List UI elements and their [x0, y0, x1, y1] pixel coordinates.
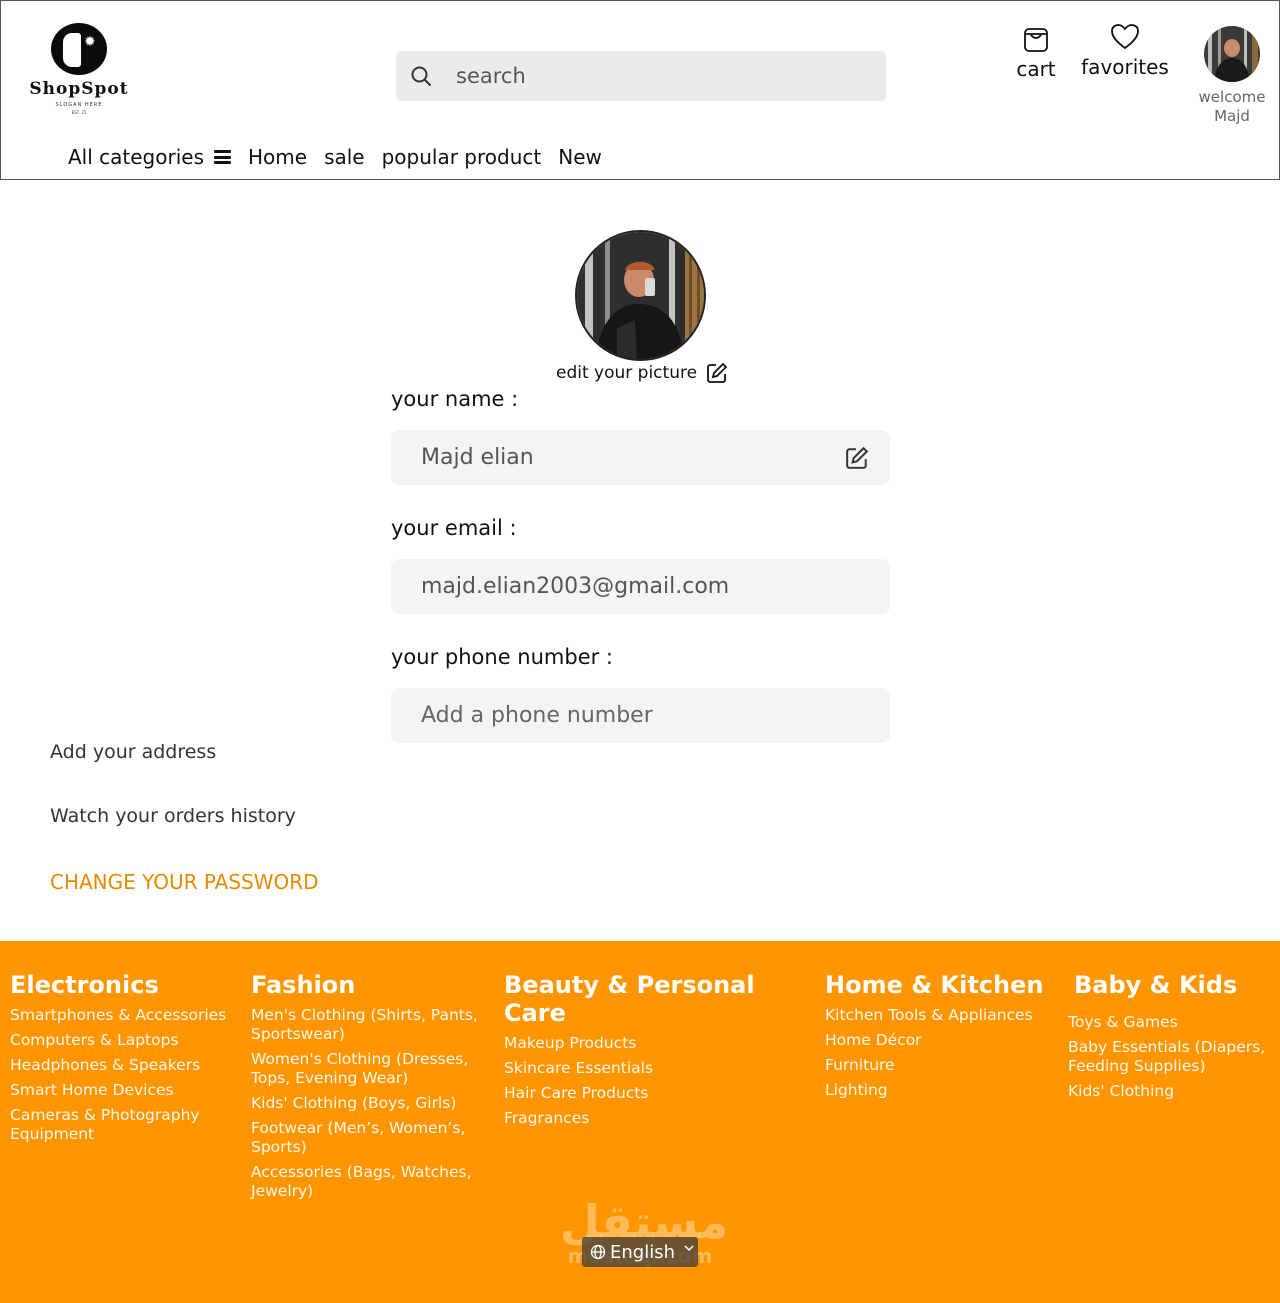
language-label: English — [610, 1241, 675, 1263]
profile-photo — [577, 232, 704, 359]
favorites-label: favorites — [1081, 55, 1169, 79]
email-input[interactable] — [421, 559, 841, 614]
nav-item-sale[interactable]: sale — [324, 145, 365, 169]
footer-column-baby-kids: Baby & Kids Toys & Games Baby Essentials… — [1068, 971, 1273, 1107]
logo-slogan: SLOGAN HERE — [55, 102, 103, 108]
footer-link[interactable]: Women's Clothing (Dresses, Tops, Evening… — [251, 1050, 483, 1088]
footer-link[interactable]: Hair Care Products — [504, 1084, 804, 1103]
email-label: your email : — [391, 516, 517, 540]
logo-mark-icon: ✹ — [51, 23, 107, 75]
cart-button[interactable]: cart — [1009, 23, 1063, 81]
footer-link[interactable]: Baby Essentials (Diapers, Feeding Suppli… — [1068, 1038, 1273, 1076]
footer-link[interactable]: Headphones & Speakers — [10, 1056, 235, 1075]
footer-link[interactable]: Smartphones & Accessories — [10, 1006, 235, 1025]
profile-picture[interactable] — [575, 230, 706, 361]
welcome-line: welcome — [1198, 88, 1266, 106]
phone-label: your phone number : — [391, 645, 613, 669]
search-icon[interactable] — [409, 64, 433, 88]
name-field — [391, 430, 890, 485]
footer-link[interactable]: Smart Home Devices — [10, 1081, 235, 1100]
edit-picture-label: edit your picture — [556, 363, 698, 383]
footer-column-fashion: Fashion Men's Clothing (Shirts, Pants, S… — [251, 971, 483, 1207]
email-field — [391, 559, 890, 614]
footer-column-title: Fashion — [251, 971, 356, 999]
name-input[interactable] — [421, 430, 841, 485]
site-header: ✹ ShopSpot SLOGAN HERE EST. 21 cart favo… — [0, 0, 1280, 180]
edit-name-icon[interactable] — [845, 446, 869, 470]
logo-name: ShopSpot — [29, 79, 129, 99]
logo-est: EST. 21 — [71, 110, 87, 115]
nav-item-popular-product[interactable]: popular product — [382, 145, 542, 169]
change-password-link[interactable]: CHANGE YOUR PASSWORD — [50, 870, 319, 894]
edit-picture-button[interactable]: edit your picture — [556, 362, 728, 384]
footer-link[interactable]: Skincare Essentials — [504, 1059, 804, 1078]
shopspot-logo[interactable]: ✹ ShopSpot SLOGAN HERE EST. 21 — [27, 21, 131, 119]
footer-link[interactable]: Men's Clothing (Shirts, Pants, Sportswea… — [251, 1006, 483, 1044]
footer-link[interactable]: Kitchen Tools & Appliances — [825, 1006, 1045, 1025]
footer-column-home-kitchen: Home & Kitchen Kitchen Tools & Appliance… — [825, 971, 1045, 1106]
edit-icon — [707, 362, 728, 383]
footer-column-title: Home & Kitchen — [825, 971, 1044, 999]
nav-item-new[interactable]: New — [558, 145, 602, 169]
search-bar — [396, 51, 886, 101]
globe-icon — [590, 1244, 606, 1260]
footer-link[interactable]: Furniture — [825, 1056, 1045, 1075]
footer-link[interactable]: Footwear (Men’s, Women’s, Sports) — [251, 1119, 483, 1157]
footer-column-electronics: Electronics Smartphones & Accessories Co… — [10, 971, 235, 1150]
heart-icon — [1111, 24, 1139, 50]
footer-link[interactable]: Makeup Products — [504, 1034, 804, 1053]
favorites-button[interactable]: favorites — [1077, 23, 1173, 79]
orders-history-link[interactable]: Watch your orders history — [50, 805, 296, 827]
footer-link[interactable]: Cameras & Photography Equipment — [10, 1106, 235, 1144]
footer-link[interactable]: Toys & Games — [1068, 1013, 1273, 1032]
user-avatar[interactable] — [1204, 26, 1260, 82]
footer-column-title: Electronics — [10, 971, 159, 999]
shopping-bag-icon — [1024, 28, 1048, 52]
language-selector[interactable]: English — [582, 1237, 698, 1267]
footer-link[interactable]: Kids' Clothing (Boys, Girls) — [251, 1094, 483, 1113]
avatar-photo — [1204, 26, 1260, 82]
chevron-down-icon — [684, 1245, 694, 1252]
phone-field — [391, 688, 890, 743]
footer-column-title: Baby & Kids — [1074, 971, 1238, 999]
footer-column-title: Beauty & Personal Care — [504, 971, 755, 1027]
add-address-link[interactable]: Add your address — [50, 741, 216, 763]
search-input[interactable] — [456, 51, 866, 101]
footer-link[interactable]: Accessories (Bags, Watches, Jewelry) — [251, 1163, 483, 1201]
footer-link[interactable]: Kids' Clothing — [1068, 1082, 1273, 1101]
footer-link[interactable]: Lighting — [825, 1081, 1045, 1100]
all-categories-button[interactable]: All categories — [68, 145, 231, 169]
all-categories-label: All categories — [68, 145, 204, 169]
site-footer: Electronics Smartphones & Accessories Co… — [0, 941, 1280, 1303]
footer-link[interactable]: Fragrances — [504, 1109, 804, 1128]
phone-input[interactable] — [421, 688, 841, 743]
footer-link[interactable]: Home Décor — [825, 1031, 1045, 1050]
name-label: your name : — [391, 387, 519, 411]
welcome-text: welcome Majd — [1189, 88, 1275, 126]
footer-column-beauty: Beauty & Personal Care Makeup Products S… — [504, 971, 804, 1134]
nav-item-home[interactable]: Home — [248, 145, 307, 169]
main-nav: All categories Home sale popular product… — [68, 145, 602, 169]
cart-label: cart — [1016, 57, 1056, 81]
welcome-username: Majd — [1214, 107, 1250, 125]
menu-icon — [214, 150, 231, 164]
footer-link[interactable]: Computers & Laptops — [10, 1031, 235, 1050]
